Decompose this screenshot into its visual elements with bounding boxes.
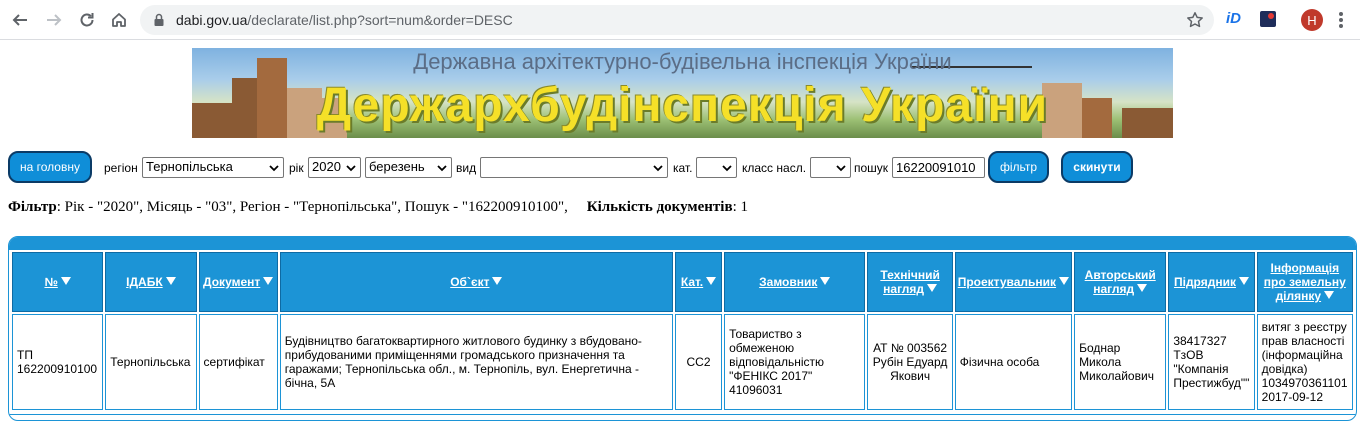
cell-document: сертифікат (198, 314, 278, 410)
sort-arrow-icon[interactable] (165, 277, 176, 285)
sort-link-num[interactable]: № (44, 275, 57, 289)
document-count-value: : 1 (732, 199, 748, 215)
extension-id-icon[interactable]: iD (1226, 10, 1241, 27)
sort-link-contractor[interactable]: Підрядник (1174, 275, 1236, 289)
cell-contractor: 38417327 ТзОВ "Компанія Престижбуд"" (1168, 314, 1255, 410)
year-select[interactable]: 2020 (308, 157, 361, 178)
cell-land-info: витяг з реєстру прав власності (інформац… (1256, 314, 1353, 410)
filter-summary-text: : Рік - "2020", Місяць - "03", Регіон - … (56, 199, 568, 215)
extension-icon[interactable] (1260, 11, 1276, 27)
month-select[interactable]: березень (365, 157, 452, 178)
sort-arrow-icon[interactable] (60, 277, 71, 285)
cell-author-supervision: Боднар Микола Миколайович (1074, 314, 1167, 410)
sort-arrow-icon[interactable] (1059, 277, 1070, 285)
category-label: кат. (673, 161, 693, 175)
sort-arrow-icon[interactable] (820, 277, 831, 285)
chevron-down-icon (346, 165, 356, 172)
table-header-row: № ІДАБК Документ Об`єкт Кат. Замовник Те… (12, 252, 1353, 312)
column-header-land-info[interactable]: Інформація про земельну ділянку (1256, 252, 1353, 312)
category-select[interactable] (696, 157, 737, 178)
column-header-num[interactable]: № (12, 252, 104, 312)
profile-avatar[interactable]: Н (1301, 9, 1323, 31)
url-host: dabi.gov.ua (176, 12, 248, 28)
sort-link-designer[interactable]: Проектувальник (958, 275, 1056, 289)
column-header-designer[interactable]: Проектувальник (954, 252, 1073, 312)
kind-label: вид (456, 161, 477, 175)
sort-arrow-icon[interactable] (1137, 284, 1148, 292)
class-label: класс насл. (742, 161, 807, 175)
sort-arrow-icon[interactable] (1238, 277, 1249, 285)
document-count-title: Кількість документів (586, 199, 733, 215)
chevron-down-icon (437, 165, 447, 172)
bookmark-star-icon[interactable] (1186, 11, 1204, 29)
url-path: /declarate/list.php?sort=num&order=DESC (247, 12, 513, 28)
sort-link-customer[interactable]: Замовник (759, 275, 817, 289)
results-table-container: № ІДАБК Документ Об`єкт Кат. Замовник Те… (8, 236, 1357, 421)
month-value: березень (369, 159, 425, 174)
search-label: пошук (854, 161, 889, 175)
address-bar[interactable]: dabi.gov.ua/declarate/list.php?sort=num&… (140, 5, 1214, 35)
table-row: ТП 162200910100 Тернопільська сертифікат… (12, 314, 1353, 410)
column-header-object[interactable]: Об`єкт (279, 252, 673, 312)
year-value: 2020 (312, 159, 341, 174)
cell-category: СС2 (674, 314, 723, 410)
results-table: № ІДАБК Документ Об`єкт Кат. Замовник Те… (10, 250, 1355, 412)
forward-icon[interactable] (42, 8, 66, 32)
cell-object: Будівництво багатоквартирного житлового … (279, 314, 673, 410)
filter-button[interactable]: фільтр (988, 151, 1049, 183)
banner-title: Держархбудінспекція України (316, 79, 1049, 132)
reset-button[interactable]: скинути (1061, 151, 1133, 183)
column-header-category[interactable]: Кат. (674, 252, 723, 312)
banner-subtitle: Державна архітектурно-будівельна інспекц… (413, 49, 952, 74)
kind-select[interactable] (480, 157, 668, 178)
cell-num: ТП 162200910100 (12, 314, 104, 410)
cell-tech-supervision: АТ № 003562 Рубін Едуард Якович (867, 314, 953, 410)
site-banner: Державна архітектурно-будівельна інспекц… (192, 48, 1173, 138)
lock-icon (154, 13, 164, 26)
filter-summary-title: Фільтр (8, 199, 57, 215)
sort-arrow-icon[interactable] (492, 277, 503, 285)
home-button[interactable]: на головну (8, 151, 92, 183)
column-header-contractor[interactable]: Підрядник (1168, 252, 1255, 312)
sort-arrow-icon[interactable] (927, 284, 938, 292)
chevron-down-icon (653, 165, 663, 172)
column-header-document[interactable]: Документ (198, 252, 278, 312)
column-header-author-supervision[interactable]: Авторський нагляд (1074, 252, 1167, 312)
browser-menu-icon[interactable] (1338, 10, 1344, 30)
reload-icon[interactable] (75, 8, 99, 32)
region-label: регіон (104, 161, 138, 175)
search-input[interactable]: 16220091010 (892, 157, 985, 178)
sort-arrow-icon[interactable] (263, 277, 274, 285)
filter-form: на головну регіон Тернопільська рік 2020… (8, 151, 1348, 183)
sort-link-category[interactable]: Кат. (681, 275, 703, 289)
filter-summary: Фільтр: Рік - "2020", Місяць - "03", Рег… (8, 199, 748, 216)
column-header-tech-supervision[interactable]: Технічний нагляд (867, 252, 953, 312)
table-bottom-bar (9, 414, 1356, 420)
sort-arrow-icon[interactable] (706, 277, 717, 285)
table-top-bar (9, 237, 1356, 250)
chevron-down-icon (836, 165, 846, 172)
sort-link-object[interactable]: Об`єкт (450, 275, 489, 289)
sort-link-idabk[interactable]: ІДАБК (126, 275, 163, 289)
column-header-idabk[interactable]: ІДАБК (105, 252, 197, 312)
browser-toolbar: dabi.gov.ua/declarate/list.php?sort=num&… (0, 0, 1360, 40)
back-icon[interactable] (8, 8, 32, 32)
column-header-customer[interactable]: Замовник (724, 252, 866, 312)
chevron-down-icon (269, 165, 279, 172)
chevron-down-icon (722, 165, 732, 172)
class-select[interactable] (810, 157, 851, 178)
cell-customer: Товариство з обмеженою відповідальністю … (724, 314, 866, 410)
url-text: dabi.gov.ua/declarate/list.php?sort=num&… (176, 12, 513, 28)
sort-link-document[interactable]: Документ (203, 275, 260, 289)
cell-designer: Фізична особа (954, 314, 1073, 410)
cell-idabk: Тернопільська (105, 314, 197, 410)
region-value: Тернопільська (146, 159, 233, 174)
sort-arrow-icon[interactable] (1324, 291, 1335, 299)
home-icon[interactable] (107, 8, 131, 32)
region-select[interactable]: Тернопільська (142, 157, 284, 178)
year-label: рік (289, 161, 304, 175)
